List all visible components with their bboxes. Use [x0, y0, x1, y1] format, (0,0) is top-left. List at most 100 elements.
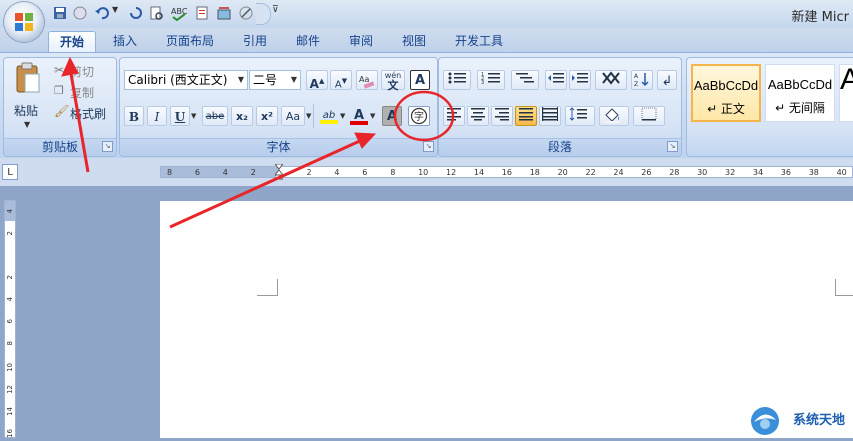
- increase-indent-button[interactable]: [569, 70, 591, 90]
- bold-button[interactable]: B: [124, 106, 144, 126]
- bullets-icon: [448, 72, 466, 84]
- ruler-tick-label: 36: [780, 168, 791, 177]
- change-case-button[interactable]: Aa: [281, 106, 305, 126]
- tab-review[interactable]: 审阅: [340, 31, 382, 51]
- paint-bucket-icon: [605, 108, 619, 123]
- font-size-combo[interactable]: 二号 ▼: [249, 70, 301, 90]
- ruler-tick-label: 40: [836, 168, 847, 177]
- underline-dropdown-icon[interactable]: ▼: [191, 112, 196, 120]
- paste-button[interactable]: 粘贴 ▼: [10, 62, 44, 132]
- ruler-tick-label: 4: [6, 209, 14, 214]
- distributed-button[interactable]: [539, 106, 561, 126]
- borders-icon: [641, 107, 657, 121]
- tab-selector[interactable]: L: [2, 164, 18, 180]
- edit-icon[interactable]: [238, 5, 254, 21]
- line-spacing-button[interactable]: [565, 106, 595, 126]
- font-size-value: 二号: [253, 73, 278, 87]
- vertical-ruler[interactable]: 4 2 2 4 6 8 10 12 14 16: [4, 200, 16, 438]
- paragraph-dialog-launcher[interactable]: ↘: [667, 141, 678, 152]
- separator: [313, 104, 314, 128]
- style-heading[interactable]: A: [839, 63, 853, 122]
- enclose-characters-icon: 字: [410, 107, 428, 125]
- tab-page-layout[interactable]: 页面布局: [158, 31, 222, 51]
- ruler-tick-label: 2: [306, 168, 312, 177]
- ruler-tick-label: 18: [529, 168, 540, 177]
- ruler-tick-label: 10: [418, 168, 429, 177]
- clipboard-dialog-launcher[interactable]: ↘: [102, 141, 113, 152]
- print-preview-icon[interactable]: [148, 5, 164, 21]
- character-shading-button[interactable]: A: [382, 106, 402, 126]
- ruler-tick-label: 14: [473, 168, 485, 177]
- tab-view[interactable]: 视图: [393, 31, 435, 51]
- shading-button[interactable]: [599, 106, 629, 126]
- align-left-button[interactable]: [443, 106, 465, 126]
- character-border-button[interactable]: A: [410, 70, 430, 90]
- italic-button[interactable]: I: [147, 106, 167, 126]
- style-normal[interactable]: AaBbCcDd ↵ 正文: [691, 64, 761, 122]
- tab-mailings[interactable]: 邮件: [287, 31, 329, 51]
- office-button[interactable]: [4, 2, 44, 42]
- ruler-tick-label: 16: [6, 429, 14, 438]
- phonetic-guide-button[interactable]: wén 文: [381, 70, 405, 91]
- sort-button[interactable]: AZ: [631, 70, 653, 90]
- document-icon[interactable]: [194, 5, 210, 21]
- justify-button[interactable]: [515, 106, 537, 126]
- ribbon-tabs: 开始 插入 页面布局 引用 邮件 审阅 视图 开发工具: [0, 28, 853, 52]
- decrease-indent-icon: [548, 73, 564, 83]
- circle-icon[interactable]: [72, 5, 88, 21]
- chinese-layout-button[interactable]: [595, 70, 627, 90]
- redo-icon[interactable]: [128, 5, 144, 21]
- font-name-combo[interactable]: Calibri (西文正文) ▼: [124, 70, 248, 90]
- tab-developer[interactable]: 开发工具: [446, 31, 512, 51]
- bullets-button[interactable]: [443, 70, 471, 90]
- font-color-button[interactable]: A: [348, 106, 370, 126]
- svg-text:A: A: [634, 73, 639, 80]
- horizontal-ruler[interactable]: 8 6 4 2 2 4 6 8 10 12 14 16 18 20 22 24 26 28 30 32 34 36 38 40: [160, 163, 853, 180]
- spelling-icon[interactable]: ABC: [170, 5, 188, 22]
- customize-qat-icon[interactable]: ⊽: [272, 5, 279, 15]
- style-no-spacing[interactable]: AaBbCcDd ↵ 无间隔: [765, 64, 835, 122]
- chevron-down-icon: ▼: [290, 75, 297, 84]
- subscript-button[interactable]: x₂: [231, 106, 253, 126]
- ruler-tick-label: 20: [557, 168, 568, 177]
- shrink-font-icon: A: [334, 79, 342, 91]
- borders-button[interactable]: [633, 106, 665, 126]
- cut-button[interactable]: ✂ 剪切: [54, 62, 114, 80]
- clipboard-group: 粘贴 ▼ ✂ 剪切 ❐ 复制 🖌 格式刷 剪贴板 ↘: [3, 57, 117, 157]
- undo-icon[interactable]: [94, 5, 110, 21]
- numbering-button[interactable]: 123: [477, 70, 505, 90]
- grow-font-button[interactable]: A▲: [306, 70, 328, 91]
- multilevel-list-button[interactable]: [511, 70, 539, 90]
- paste-dropdown-icon[interactable]: ▼: [24, 120, 30, 129]
- superscript-button[interactable]: x²: [256, 106, 278, 126]
- document-page[interactable]: [160, 201, 853, 438]
- underline-button[interactable]: U: [170, 106, 190, 126]
- paint-icon[interactable]: [216, 5, 232, 21]
- case-dropdown-icon[interactable]: ▼: [306, 112, 311, 120]
- show-marks-button[interactable]: ↲: [657, 70, 677, 90]
- ruler-tick-label: 28: [669, 168, 680, 177]
- highlight-button[interactable]: ab: [318, 106, 340, 126]
- copy-button[interactable]: ❐ 复制: [54, 83, 114, 101]
- tab-home[interactable]: 开始: [48, 31, 96, 52]
- align-right-button[interactable]: [491, 106, 513, 126]
- decrease-indent-button[interactable]: [545, 70, 567, 90]
- pilcrow-icon: ↲: [661, 74, 673, 89]
- ruler-tick-label: 8: [390, 168, 396, 177]
- align-center-button[interactable]: [467, 106, 489, 126]
- format-painter-button[interactable]: 🖌 格式刷: [54, 104, 114, 122]
- indent-marker[interactable]: [273, 163, 285, 180]
- ruler-tick-label: 14: [6, 407, 14, 416]
- tab-insert[interactable]: 插入: [104, 31, 146, 51]
- tab-references[interactable]: 引用: [234, 31, 276, 51]
- save-icon[interactable]: [52, 5, 68, 21]
- highlight-dropdown-icon[interactable]: ▼: [340, 112, 345, 120]
- shrink-font-button[interactable]: A▼: [330, 70, 352, 90]
- copy-label: 复制: [70, 86, 95, 100]
- enclose-characters-button[interactable]: 字: [408, 106, 430, 126]
- undo-dropdown-icon[interactable]: ▼: [112, 5, 118, 14]
- font-color-dropdown-icon[interactable]: ▼: [370, 112, 375, 120]
- font-dialog-launcher[interactable]: ↘: [423, 141, 434, 152]
- strikethrough-button[interactable]: abe: [202, 106, 228, 126]
- clear-format-button[interactable]: Aa: [356, 70, 378, 90]
